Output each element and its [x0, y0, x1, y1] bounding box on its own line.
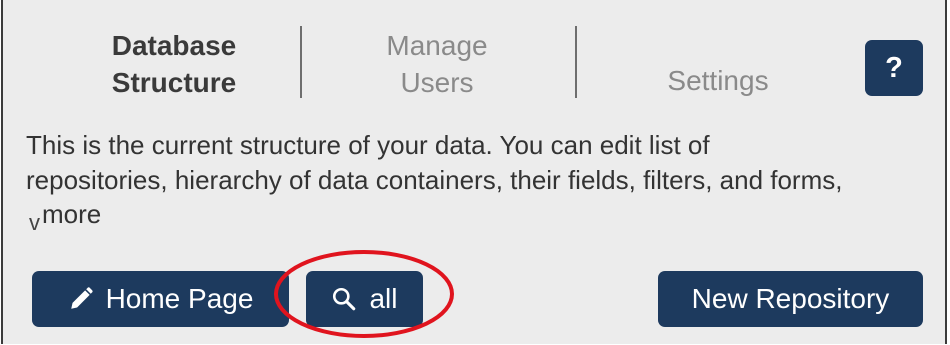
- tab-settings-label: Settings: [667, 65, 769, 96]
- tab-database-structure-line2: Structure: [111, 67, 237, 98]
- description-text: This is the current structure of your da…: [26, 128, 946, 198]
- tab-database-structure[interactable]: Database Structure: [63, 25, 285, 103]
- new-repository-button-label: New Repository: [691, 283, 890, 314]
- tab-manage-users-line2: Users: [400, 67, 474, 98]
- more-link-label: more: [42, 199, 102, 229]
- search-icon: [331, 286, 357, 312]
- help-button[interactable]: ?: [865, 40, 923, 96]
- tab-settings[interactable]: Settings: [603, 25, 833, 103]
- pencil-icon: [68, 286, 94, 312]
- search-all-button-label: all: [369, 283, 398, 314]
- chevron-down-icon: v: [29, 210, 40, 235]
- tab-divider: [300, 26, 302, 98]
- tab-manage-users[interactable]: Manage Users: [323, 25, 551, 103]
- help-button-label: ?: [885, 51, 903, 84]
- home-page-button[interactable]: Home Page: [32, 271, 289, 327]
- more-link[interactable]: v more: [29, 199, 102, 235]
- tab-database-structure-line1: Database: [111, 30, 237, 61]
- tab-manage-users-line1: Manage: [386, 30, 488, 61]
- description-line-1: This is the current structure of your da…: [26, 130, 710, 160]
- description-line-2: repositories, hierarchy of data containe…: [26, 165, 843, 195]
- new-repository-button[interactable]: New Repository: [658, 271, 923, 327]
- home-page-button-label: Home Page: [105, 283, 254, 314]
- structure-panel: Database Structure Manage Users Settings…: [1, 0, 947, 344]
- tab-divider: [575, 26, 577, 98]
- search-all-button[interactable]: all: [306, 271, 423, 327]
